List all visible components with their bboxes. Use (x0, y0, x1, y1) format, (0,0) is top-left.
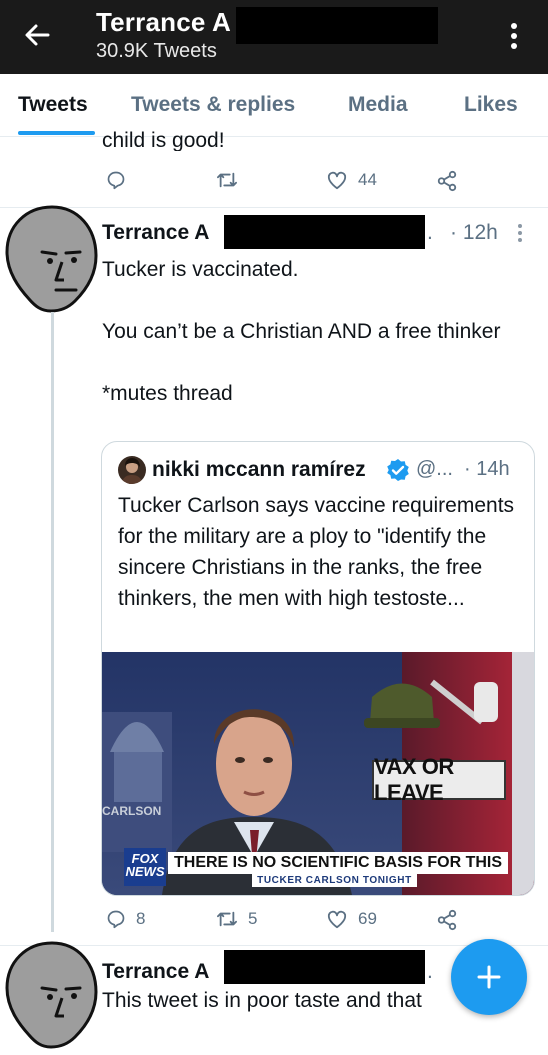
quote-tweet-card[interactable]: nikki mccann ramírez @... · 14h Tucker C… (101, 441, 535, 896)
thread-line (51, 312, 54, 932)
npc-avatar[interactable] (4, 940, 100, 1050)
profile-name: Terrance A (96, 7, 231, 37)
tab-tweets[interactable]: Tweets (18, 93, 88, 117)
share-icon (437, 170, 457, 192)
retweet-icon (217, 911, 237, 927)
active-tab-indicator (18, 131, 95, 135)
like-button[interactable]: 69 (326, 909, 377, 929)
quote-handle: @... (416, 458, 453, 480)
media-banner: VAX OR LEAVE (372, 754, 506, 805)
redaction-bar (224, 215, 425, 249)
reply-icon (107, 910, 125, 929)
redaction-bar (236, 7, 438, 44)
like-icon (327, 910, 347, 929)
retweet-button[interactable] (216, 170, 238, 190)
tweet-time[interactable]: · 12h (450, 221, 498, 245)
compose-plus-icon (477, 965, 501, 989)
like-count: 44 (358, 170, 377, 189)
tweet-paragraph: Tucker is vaccinated. (102, 258, 299, 281)
tweet-body: Tucker is vaccinated. You can’t be a Chr… (102, 254, 522, 409)
more-vertical-icon[interactable] (517, 222, 523, 244)
like-button[interactable]: 44 (326, 170, 377, 190)
retweet-count: 5 (248, 909, 258, 928)
reply-button[interactable] (106, 170, 126, 190)
quote-author: nikki mccann ramírez (152, 458, 366, 481)
tab-tweets-replies[interactable]: Tweets & replies (131, 93, 295, 117)
previous-tweet-text: child is good! (102, 129, 225, 151)
share-button[interactable] (436, 170, 458, 192)
tab-media[interactable]: Media (348, 93, 408, 117)
npc-avatar[interactable] (4, 204, 100, 314)
tweet-paragraph: *mutes thread (102, 382, 233, 405)
retweet-button[interactable]: 5 (216, 909, 257, 929)
profile-tabs: Tweets Tweets & replies Media Likes (0, 74, 548, 137)
like-count: 69 (358, 909, 377, 928)
media-chyron: THERE IS NO SCIENTIFIC BASIS FOR THIS (168, 852, 508, 874)
tweet-author-dot: . (427, 221, 433, 244)
compose-button[interactable] (451, 939, 527, 1015)
reply-button[interactable]: 8 (106, 909, 145, 929)
back-arrow-icon[interactable] (22, 20, 52, 50)
tab-likes[interactable]: Likes (464, 93, 518, 117)
reply-count: 8 (136, 909, 146, 928)
quote-avatar (118, 456, 146, 484)
quote-media-image[interactable]: CARLSON VAX OR LEAVE FOX NEWS THERE IS N… (102, 652, 534, 895)
share-icon (437, 909, 457, 931)
tweet-author-dot: . (427, 960, 433, 983)
tweet-paragraph: You can’t be a Christian AND a free thin… (102, 320, 501, 343)
tweet-count: 30.9K Tweets (96, 40, 217, 62)
quote-text: Tucker Carlson says vaccine requirements… (118, 494, 515, 610)
verified-icon (386, 458, 410, 482)
fox-news-logo: FOX NEWS (124, 848, 166, 886)
like-icon (327, 171, 347, 190)
more-vertical-icon[interactable] (507, 20, 521, 52)
media-wall-text: CARLSON (102, 804, 162, 818)
retweet-icon (217, 172, 237, 188)
tweet-author[interactable]: Terrance A (102, 221, 209, 245)
media-chyron-subtitle: TUCKER CARLSON TONIGHT (252, 874, 417, 887)
tweet-author[interactable]: Terrance A (102, 960, 209, 984)
reply-icon (107, 171, 125, 190)
profile-header: Terrance A 30.9K Tweets (0, 0, 548, 74)
share-button[interactable] (436, 909, 458, 931)
redaction-bar (224, 950, 425, 984)
quote-time: · 14h (464, 458, 510, 480)
